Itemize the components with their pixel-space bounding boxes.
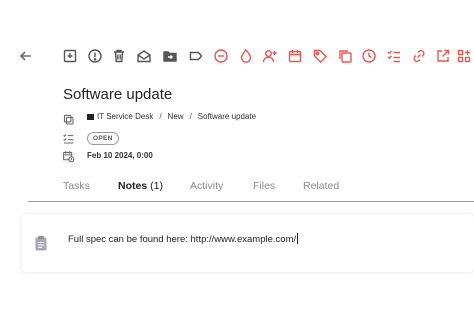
status-badge[interactable]: OPEN	[87, 132, 119, 145]
alert-circle-icon[interactable]	[85, 46, 105, 66]
drop-icon[interactable]	[236, 46, 256, 66]
trash-icon[interactable]	[109, 46, 129, 66]
copy-icon[interactable]	[335, 46, 355, 66]
status-checklist-icon	[62, 130, 75, 146]
tab-related[interactable]: Related	[303, 180, 339, 192]
note-text[interactable]: Full spec can be found here: http://www.…	[68, 233, 299, 245]
tag-icon[interactable]	[310, 46, 330, 66]
archive-box-icon[interactable]	[60, 46, 80, 66]
tab-label: Activity	[190, 180, 224, 192]
clipboard-icon	[34, 235, 48, 251]
do-not-disturb-icon[interactable]	[211, 46, 231, 66]
breadcrumb-item: Software update	[197, 112, 257, 121]
open-external-icon[interactable]	[433, 46, 453, 66]
breadcrumb-workspace[interactable]: IT Service Desk	[97, 112, 153, 121]
back-arrow-icon[interactable]	[16, 46, 36, 66]
tab-notes[interactable]: Notes (1)	[118, 180, 163, 192]
link-icon[interactable]	[409, 46, 429, 66]
note-content: Full spec can be found here: http://www.…	[68, 234, 297, 245]
tab-label: Notes	[118, 180, 148, 192]
tab-label: Tasks	[63, 180, 90, 192]
apps-add-icon[interactable]	[454, 46, 474, 66]
person-add-icon[interactable]	[260, 46, 280, 66]
tab-files[interactable]: Files	[253, 180, 275, 192]
checklist-icon[interactable]	[384, 46, 404, 66]
breadcrumb-stage[interactable]: New	[168, 112, 184, 121]
text-caret	[297, 233, 299, 244]
tab-count: (1)	[150, 180, 163, 192]
toolbar	[0, 46, 474, 68]
tab-label: Files	[253, 180, 276, 192]
mail-open-icon[interactable]	[134, 46, 154, 66]
board-icon	[62, 111, 75, 127]
due-date[interactable]: Feb 10 2024, 0:00	[87, 151, 153, 160]
tab-activity[interactable]: Activity	[190, 180, 223, 192]
breadcrumb-separator: /	[189, 112, 192, 121]
calendar-icon[interactable]	[285, 46, 305, 66]
breadcrumb-separator: /	[159, 112, 162, 121]
tab-label: Related	[303, 180, 340, 192]
label-icon[interactable]	[186, 46, 206, 66]
breadcrumb: IT Service Desk / New / Software update	[87, 112, 256, 121]
folder-move-icon[interactable]	[160, 46, 180, 66]
calendar-clock-icon	[62, 148, 75, 164]
workspace-icon	[87, 113, 94, 120]
clock-icon[interactable]	[359, 46, 379, 66]
tab-tasks[interactable]: Tasks	[63, 180, 90, 192]
page-title: Software update	[63, 86, 173, 103]
tab-divider	[28, 201, 474, 202]
